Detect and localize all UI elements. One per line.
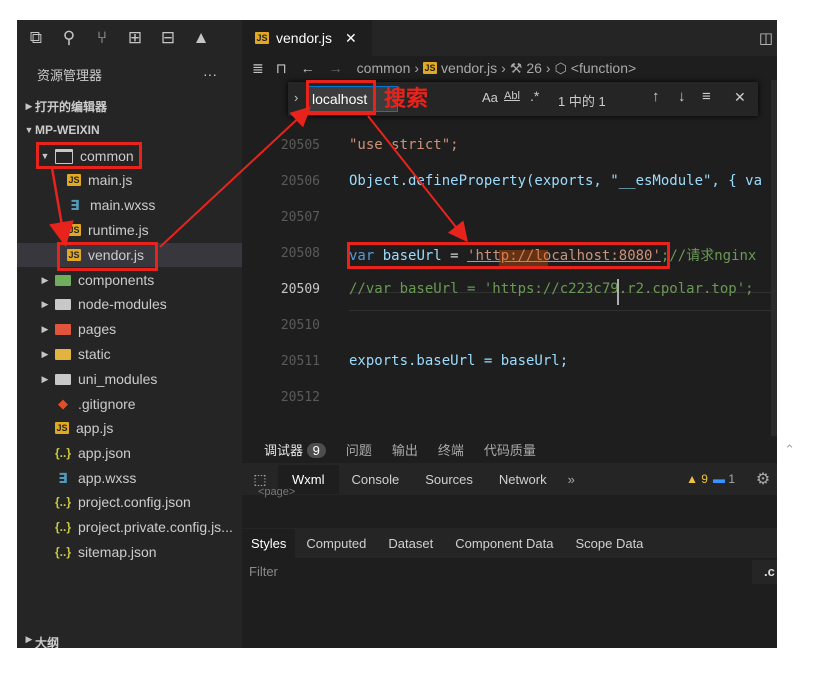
arrow-find-to-code — [367, 115, 468, 243]
arrow-common-to-vendor — [49, 167, 74, 247]
arrow-vendor-to-find — [159, 106, 311, 248]
annotation-arrows — [49, 106, 468, 248]
